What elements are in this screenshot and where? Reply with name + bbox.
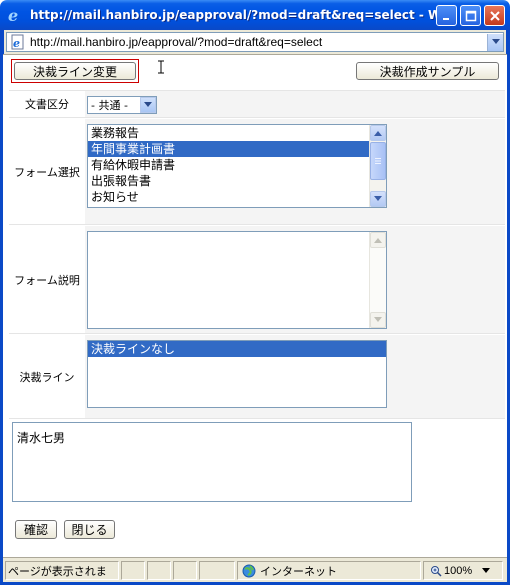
form-description-cell: [85, 226, 505, 333]
status-pane-1: [121, 561, 145, 580]
page-icon: e: [11, 34, 24, 50]
text-cursor-icon: [158, 60, 164, 74]
scroll-down-button-disabled: [370, 312, 386, 328]
chevron-down-icon: [491, 39, 500, 44]
change-approval-line-button[interactable]: 決裁ライン変更: [14, 62, 136, 80]
form-select-label: フォーム選択: [9, 119, 85, 224]
scroll-up-button-disabled: [370, 232, 386, 248]
form-select-listbox[interactable]: 業務報告 年間事業計画書 有給休暇申請書 出張報告書 お知らせ: [87, 124, 387, 208]
approval-line-listbox[interactable]: 決裁ラインなし: [87, 340, 387, 408]
address-dropdown-button[interactable]: [487, 33, 503, 51]
form-select-cell: 業務報告 年間事業計画書 有給休暇申請書 出張報告書 お知らせ: [85, 119, 505, 224]
grip-icon: [375, 158, 381, 164]
confirm-button[interactable]: 確認: [15, 520, 57, 539]
row-approval-line: 決裁ライン 決裁ラインなし: [9, 335, 505, 419]
address-url: http://mail.hanbiro.jp/eapproval/?mod=dr…: [30, 35, 323, 49]
status-pane-2: [147, 561, 171, 580]
scroll-thumb[interactable]: [370, 142, 386, 180]
close-icon: [489, 10, 500, 21]
minimize-button[interactable]: [436, 5, 457, 26]
chevron-up-icon: [374, 131, 382, 136]
zone-text: インターネット: [260, 565, 337, 578]
doc-category-select[interactable]: - 共通 -: [87, 96, 157, 114]
zoom-icon: [431, 565, 442, 577]
globe-icon: [242, 564, 256, 577]
status-pane-4: [199, 561, 235, 580]
form-select-option[interactable]: 業務報告: [88, 125, 386, 141]
address-bar: e http://mail.hanbiro.jp/eapproval/?mod=…: [3, 30, 507, 54]
row-form-description: フォーム説明: [9, 226, 505, 334]
approval-line-label: 決裁ライン: [9, 335, 85, 418]
form-description-label: フォーム説明: [9, 226, 85, 333]
minimize-icon: [442, 17, 449, 20]
chevron-down-icon: [374, 317, 382, 322]
chevron-down-icon: [482, 567, 491, 573]
zoom-text: 100%: [444, 564, 473, 577]
close-window-button[interactable]: [484, 5, 505, 26]
window-title-bar[interactable]: e http://mail.hanbiro.jp/eapproval/?mod=…: [0, 0, 510, 30]
chevron-down-icon: [374, 196, 382, 201]
maximize-button[interactable]: [460, 5, 481, 26]
row-form-select: フォーム選択 業務報告 年間事業計画書 有給休暇申請書 出張報告書 お知らせ: [9, 119, 505, 225]
form-select-scrollbar[interactable]: [369, 125, 386, 207]
chevron-down-icon: [144, 102, 152, 107]
scroll-up-button[interactable]: [370, 125, 386, 141]
chevron-up-icon: [374, 238, 382, 243]
form-select-option[interactable]: お知らせ: [88, 189, 386, 205]
svg-text:e: e: [13, 37, 20, 50]
form-description-textarea[interactable]: [87, 231, 387, 329]
scroll-down-button[interactable]: [370, 191, 386, 207]
doc-category-value: - 共通 -: [91, 99, 128, 112]
form-options-list: 業務報告 年間事業計画書 有給休暇申請書 出張報告書 お知らせ: [88, 125, 386, 205]
approval-line-cell: 決裁ラインなし: [85, 335, 505, 418]
address-field[interactable]: e http://mail.hanbiro.jp/eapproval/?mod=…: [6, 32, 504, 52]
doc-category-dropdown-button[interactable]: [140, 97, 156, 113]
row-doc-category: 文書区分 - 共通 -: [9, 91, 505, 118]
ie-logo-icon: e: [6, 6, 24, 24]
window-title: http://mail.hanbiro.jp/eapproval/?mod=dr…: [30, 8, 450, 22]
approval-line-option[interactable]: 決裁ラインなし: [88, 341, 386, 357]
page-content: 決裁ライン変更 決裁作成サンプル 文書区分 - 共通 - フォーム選択 業務報告…: [3, 54, 507, 557]
zone-cell: インターネット: [237, 561, 421, 580]
zoom-cell[interactable]: 100%: [423, 561, 503, 580]
doc-category-cell: - 共通 -: [85, 91, 505, 117]
status-text-cell: ページが表示されま: [5, 561, 119, 580]
approval-sample-button[interactable]: 決裁作成サンプル: [356, 62, 499, 80]
form-select-option[interactable]: 出張報告書: [88, 173, 386, 189]
form-description-scrollbar: [369, 232, 386, 328]
close-button[interactable]: 閉じる: [64, 520, 115, 539]
svg-text:e: e: [8, 7, 18, 23]
doc-category-label: 文書区分: [9, 91, 85, 117]
status-text: ページが表示されま: [8, 565, 107, 578]
form-select-option[interactable]: 有給休暇申請書: [88, 157, 386, 173]
status-bar: ページが表示されま インターネット 100%: [3, 557, 507, 582]
approval-options-list: 決裁ラインなし: [88, 341, 386, 357]
form-select-option[interactable]: 年間事業計画書: [88, 141, 386, 157]
approvers-box[interactable]: 清水七男: [12, 422, 412, 502]
maximize-icon: [465, 10, 476, 21]
status-pane-3: [173, 561, 197, 580]
approvers-value: 清水七男: [17, 431, 66, 445]
